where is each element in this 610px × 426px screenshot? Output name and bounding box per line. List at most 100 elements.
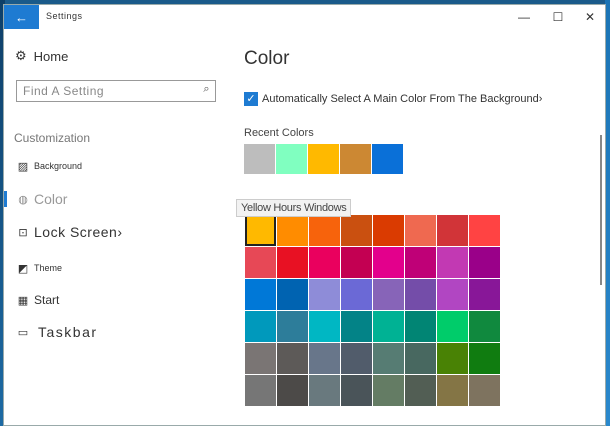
color-swatch[interactable] <box>309 215 340 246</box>
sidebar-item-label: Color <box>34 191 68 207</box>
auto-color-label: Automatically Select A Main Color From T… <box>262 93 543 105</box>
color-swatch[interactable] <box>405 343 436 374</box>
color-swatch[interactable] <box>245 343 276 374</box>
color-swatch[interactable] <box>341 215 372 246</box>
color-tooltip: Yellow Hours Windows <box>236 199 352 217</box>
recent-colors <box>244 144 403 174</box>
color-swatch[interactable] <box>469 343 500 374</box>
color-swatch[interactable] <box>341 343 372 374</box>
color-swatch[interactable] <box>309 343 340 374</box>
color-swatch[interactable] <box>277 247 308 278</box>
taskbar-icon: ▭ <box>17 326 29 339</box>
color-swatch[interactable] <box>437 247 468 278</box>
color-swatch[interactable] <box>341 311 372 342</box>
sidebar-item-lock-screen[interactable]: ⊡ Lock Screen› <box>4 219 234 245</box>
search-placeholder: Find A Setting <box>23 84 105 98</box>
back-arrow-icon: ← <box>15 9 28 25</box>
minimize-icon: — <box>518 10 530 24</box>
check-mark-icon: ✓ <box>246 93 256 105</box>
color-swatch[interactable] <box>469 215 500 246</box>
lock-screen-icon: ⊡ <box>18 226 28 239</box>
maximize-icon: ☐ <box>552 10 564 24</box>
theme-icon: ◩ <box>17 262 29 275</box>
color-swatch[interactable] <box>437 375 468 406</box>
sidebar-item-start[interactable]: ▦ Start <box>4 287 234 313</box>
color-swatch[interactable] <box>245 279 276 310</box>
color-swatch[interactable] <box>245 247 276 278</box>
color-swatch[interactable] <box>309 247 340 278</box>
color-swatch[interactable] <box>309 311 340 342</box>
title-bar: ← Settings — ☐ ✕ <box>4 5 605 29</box>
color-swatch[interactable] <box>469 247 500 278</box>
accent-color-grid <box>245 215 500 406</box>
sidebar: ⚙ Home Find A Setting ⌕ Customization ▨ … <box>4 29 234 425</box>
scrollbar[interactable] <box>600 135 602 285</box>
color-swatch[interactable] <box>405 375 436 406</box>
color-swatch[interactable] <box>373 343 404 374</box>
close-icon: ✕ <box>584 10 596 24</box>
main-content: Color ✓ Automatically Select A Main Colo… <box>234 29 605 425</box>
minimize-button[interactable]: — <box>507 7 541 27</box>
color-swatch[interactable] <box>277 311 308 342</box>
color-swatch[interactable] <box>373 375 404 406</box>
color-swatch[interactable] <box>277 215 308 246</box>
image-icon: ▨ <box>17 160 29 173</box>
recent-color-swatch[interactable] <box>340 144 371 174</box>
color-swatch[interactable] <box>341 247 372 278</box>
color-swatch[interactable] <box>405 215 436 246</box>
sidebar-item-background[interactable]: ▨ Background <box>4 153 234 179</box>
gear-icon: ⚙ <box>15 48 27 63</box>
color-swatch[interactable] <box>277 343 308 374</box>
color-swatch[interactable] <box>469 375 500 406</box>
color-swatch[interactable] <box>341 375 372 406</box>
color-swatch[interactable] <box>245 375 276 406</box>
color-swatch[interactable] <box>341 279 372 310</box>
color-swatch[interactable] <box>277 375 308 406</box>
color-swatch[interactable] <box>405 247 436 278</box>
color-swatch[interactable] <box>373 215 404 246</box>
recent-color-swatch[interactable] <box>276 144 307 174</box>
recent-color-swatch[interactable] <box>372 144 403 174</box>
auto-color-option[interactable]: ✓ Automatically Select A Main Color From… <box>244 92 542 106</box>
sidebar-item-label: Taskbar <box>38 324 98 340</box>
recent-color-swatch[interactable] <box>308 144 339 174</box>
page-title: Color <box>244 48 290 69</box>
sidebar-item-label: Lock Screen› <box>34 224 123 240</box>
search-input[interactable]: Find A Setting ⌕ <box>16 80 216 102</box>
color-swatch[interactable] <box>373 247 404 278</box>
color-swatch[interactable] <box>437 215 468 246</box>
recent-color-swatch[interactable] <box>244 144 275 174</box>
color-swatch[interactable] <box>373 311 404 342</box>
recent-colors-label: Recent Colors <box>244 127 314 139</box>
section-label-customization: Customization <box>14 131 91 145</box>
color-swatch[interactable] <box>405 279 436 310</box>
sidebar-item-label: Theme <box>34 263 63 273</box>
start-icon: ▦ <box>17 294 29 307</box>
maximize-button[interactable]: ☐ <box>541 7 575 27</box>
sidebar-item-home[interactable]: ⚙ Home <box>15 48 68 64</box>
sidebar-item-label: Start <box>34 293 60 307</box>
back-button[interactable]: ← <box>4 5 39 29</box>
search-icon[interactable]: ⌕ <box>203 83 210 96</box>
color-swatch[interactable] <box>245 311 276 342</box>
window-title: Settings <box>46 11 83 21</box>
color-swatch[interactable] <box>245 215 276 246</box>
color-swatch[interactable] <box>277 279 308 310</box>
settings-window: ← Settings — ☐ ✕ ⚙ Home Find A Setting ⌕… <box>3 4 606 426</box>
auto-color-checkbox[interactable]: ✓ <box>244 92 258 106</box>
color-swatch[interactable] <box>469 311 500 342</box>
sidebar-item-label: Background <box>34 161 83 171</box>
close-button[interactable]: ✕ <box>573 7 605 27</box>
color-swatch[interactable] <box>437 279 468 310</box>
active-indicator <box>4 191 7 207</box>
sidebar-item-color[interactable]: ◍ Color <box>4 186 234 212</box>
color-swatch[interactable] <box>309 279 340 310</box>
color-swatch[interactable] <box>405 311 436 342</box>
color-swatch[interactable] <box>309 375 340 406</box>
sidebar-item-theme[interactable]: ◩ Theme <box>4 255 234 281</box>
color-swatch[interactable] <box>469 279 500 310</box>
color-swatch[interactable] <box>437 311 468 342</box>
sidebar-item-taskbar[interactable]: ▭ Taskbar <box>4 319 234 345</box>
color-swatch[interactable] <box>437 343 468 374</box>
color-swatch[interactable] <box>373 279 404 310</box>
